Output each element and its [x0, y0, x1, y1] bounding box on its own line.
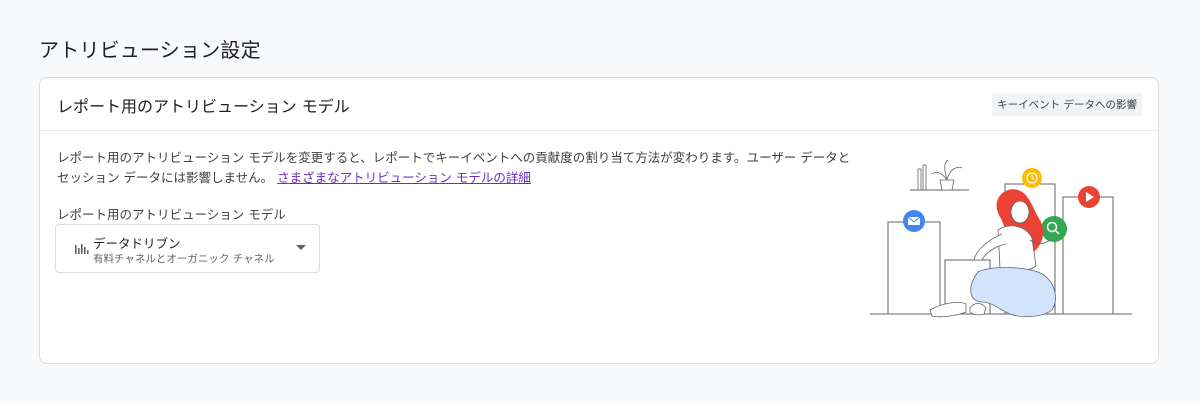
- shoe-right: [969, 303, 987, 316]
- attribution-illustration: [870, 160, 1132, 318]
- book-1: [917, 168, 922, 191]
- card-title: レポート用のアトリビューション モデル: [57, 97, 350, 116]
- email-icon: [903, 210, 925, 232]
- select-subtext: 有料チャネルとオーガニック チャネル: [93, 253, 275, 265]
- learn-more-link[interactable]: さまざまなアトリビューション モデルの詳細: [277, 170, 531, 185]
- key-event-impact-chip[interactable]: キーイベント データへの影響: [992, 93, 1142, 116]
- card-header: レポート用のアトリビューション モデル キーイベント データへの影響: [40, 78, 1158, 131]
- select-value: データドリブン: [93, 236, 181, 251]
- model-field-label: レポート用のアトリビューション モデル: [57, 207, 286, 222]
- attribution-model-select[interactable]: データドリブン 有料チャネルとオーガニック チャネル: [55, 224, 320, 273]
- plant-pot: [939, 179, 955, 191]
- play-icon: [1078, 186, 1100, 208]
- description: レポート用のアトリビューション モデルを変更すると、レポートでキーイベントへの貢…: [57, 148, 857, 188]
- plant-leaves: [931, 160, 963, 181]
- page-title: アトリビューション設定: [39, 38, 261, 62]
- search-icon: [1041, 216, 1067, 242]
- pillar-left: [887, 221, 941, 315]
- chevron-down-icon: [296, 245, 306, 250]
- book-2: [922, 164, 927, 191]
- pillar-right: [1062, 196, 1114, 315]
- head: [1010, 200, 1030, 224]
- clock-icon: [1022, 168, 1042, 188]
- bar-chart-icon: [75, 244, 89, 254]
- reporting-attribution-card: レポート用のアトリビューション モデル キーイベント データへの影響 レポート用…: [39, 77, 1159, 364]
- attribution-settings-page: アトリビューション設定 レポート用のアトリビューション モデル キーイベント デ…: [0, 0, 1200, 403]
